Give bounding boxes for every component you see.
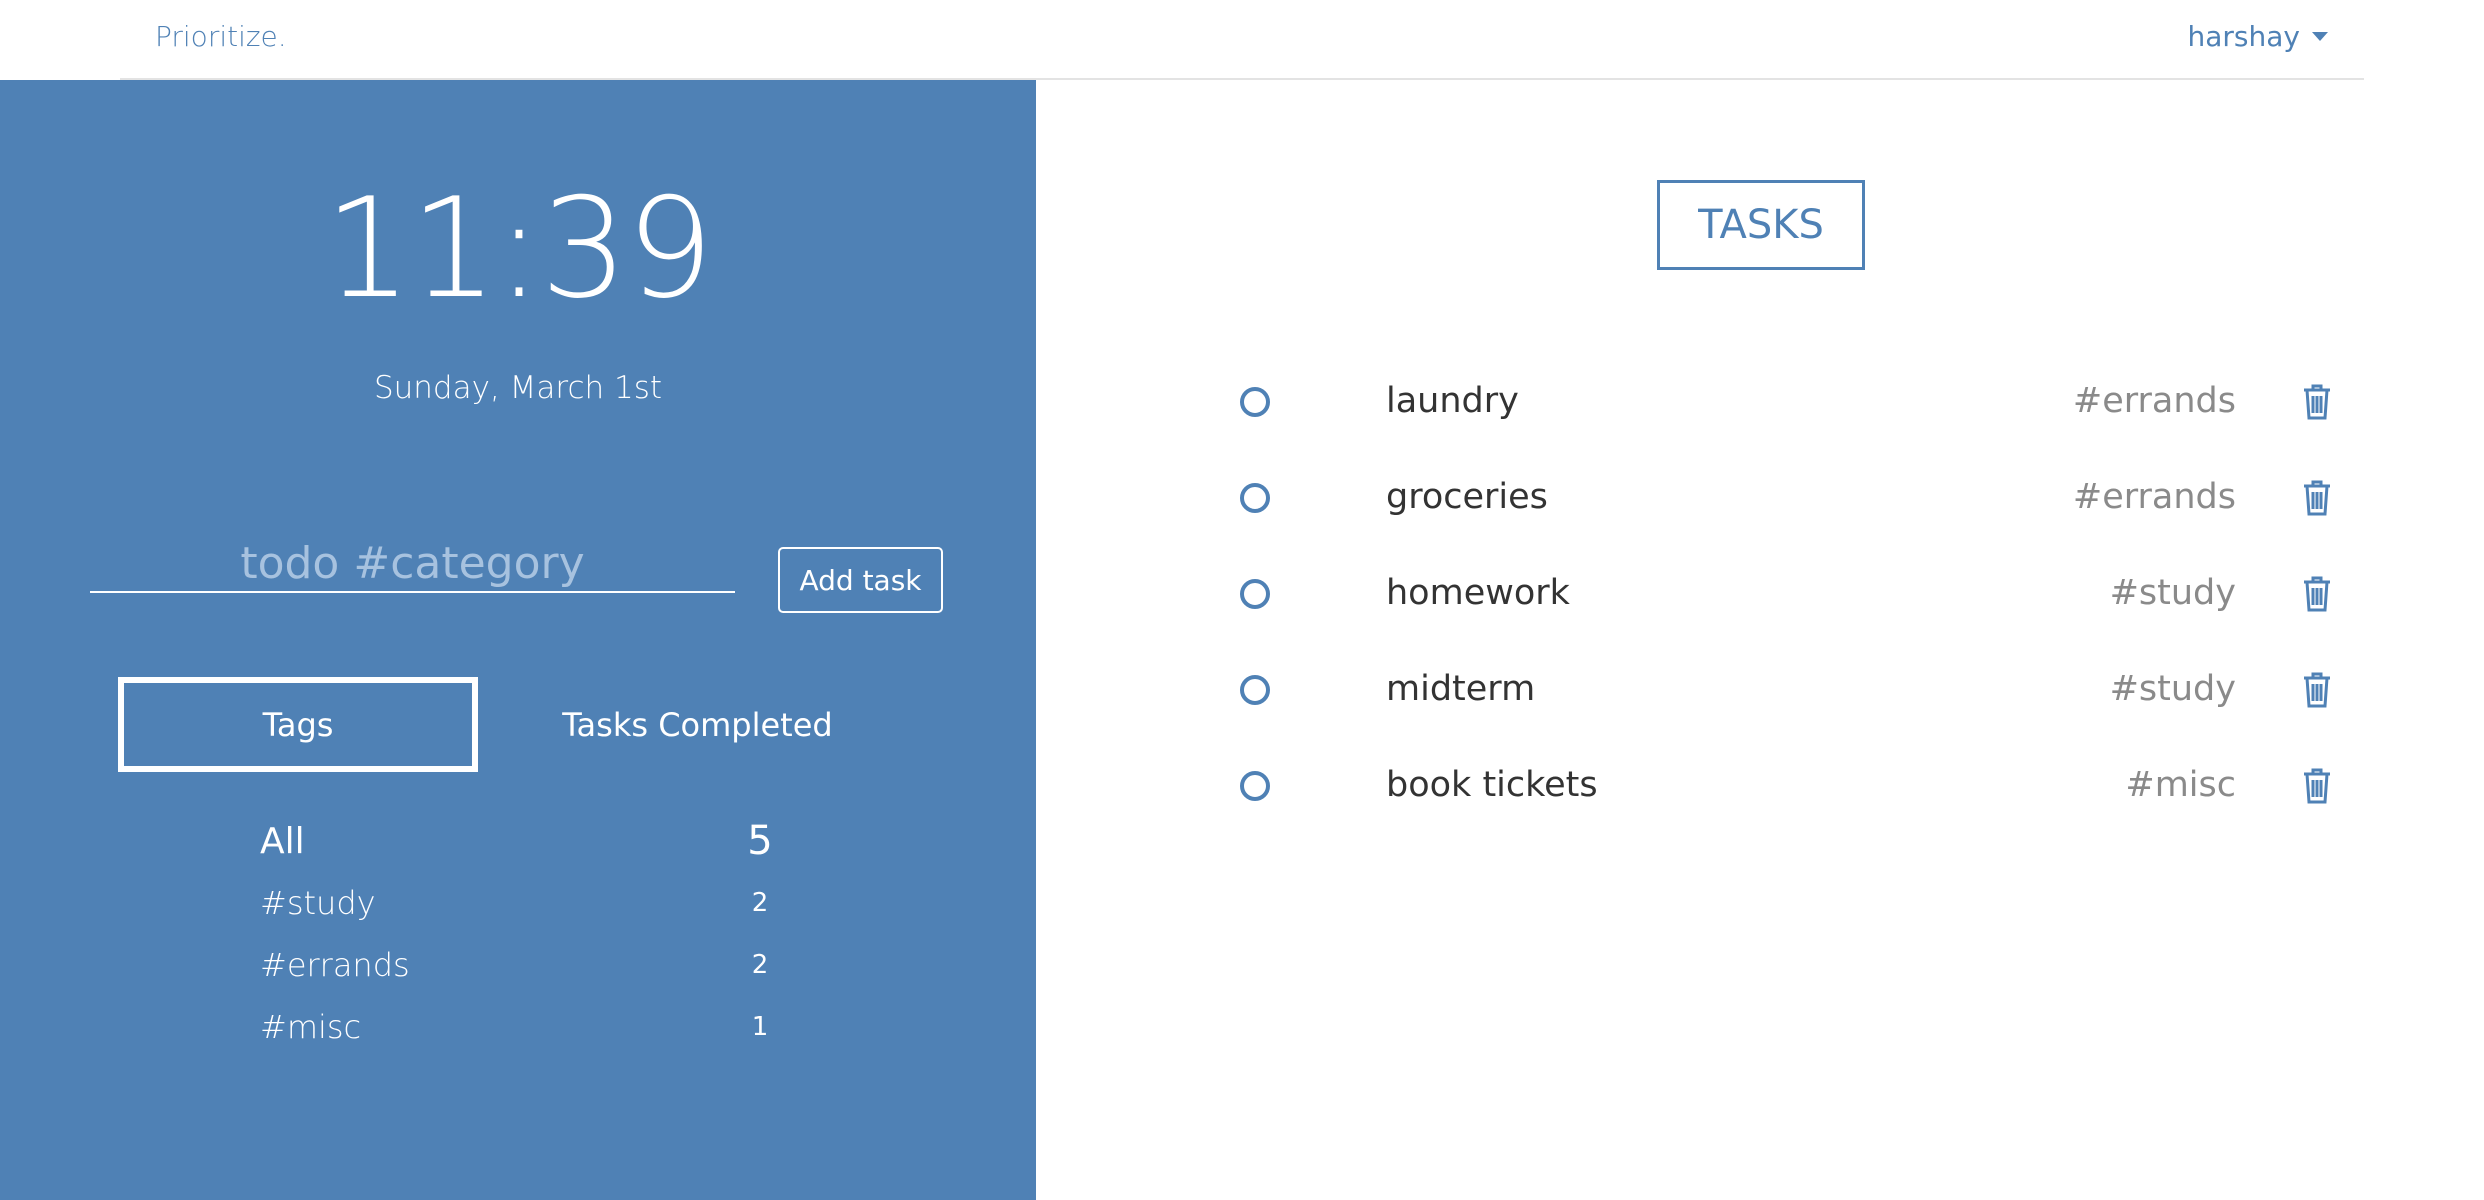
trash-icon[interactable] — [2302, 768, 2332, 804]
tag-name: All — [260, 820, 305, 862]
task-tag: #study — [2109, 573, 2236, 613]
tag-item-misc[interactable]: #misc 1 — [260, 996, 780, 1058]
tag-name: #study — [260, 884, 376, 922]
user-menu[interactable]: harshay — [2188, 20, 2328, 53]
task-tag: #study — [2109, 669, 2236, 709]
tag-item-study[interactable]: #study 2 — [260, 872, 780, 934]
brand-link[interactable]: Prioritize. — [155, 20, 287, 53]
task-tag: #misc — [2125, 765, 2236, 805]
task-row: homework #study — [1236, 562, 2332, 658]
circle-check-icon[interactable] — [1240, 771, 1270, 801]
caret-down-icon — [2312, 32, 2328, 41]
tab-tasks-completed[interactable]: Tasks Completed — [540, 677, 855, 772]
clock: 11:39 — [324, 168, 714, 329]
task-row: groceries #errands — [1236, 466, 2332, 562]
trash-icon[interactable] — [2302, 576, 2332, 612]
task-name: groceries — [1386, 477, 1548, 517]
circle-check-icon[interactable] — [1240, 579, 1270, 609]
task-name: midterm — [1386, 669, 1536, 709]
task-list: laundry #errands groceries #errands home… — [1236, 370, 2332, 850]
tag-count: 5 — [747, 818, 773, 864]
task-row: book tickets #misc — [1236, 754, 2332, 850]
task-tag: #errands — [2072, 477, 2236, 517]
task-row: laundry #errands — [1236, 370, 2332, 466]
tag-name: #errands — [260, 946, 410, 984]
tag-count: 1 — [751, 1012, 769, 1042]
tag-count: 2 — [751, 888, 769, 918]
circle-check-icon[interactable] — [1240, 387, 1270, 417]
date-label: Sunday, March 1st — [373, 370, 663, 406]
circle-check-icon[interactable] — [1240, 483, 1270, 513]
user-name: harshay — [2187, 20, 2300, 53]
left-panel: 11:39 Sunday, March 1st Add task Tags Ta… — [0, 80, 1036, 1200]
task-name: book tickets — [1386, 765, 1598, 805]
circle-check-icon[interactable] — [1240, 675, 1270, 705]
todo-input[interactable] — [90, 535, 735, 593]
tasks-title: TASKS — [1657, 180, 1865, 270]
tab-tags[interactable]: Tags — [118, 677, 478, 772]
trash-icon[interactable] — [2302, 672, 2332, 708]
add-task-button[interactable]: Add task — [778, 547, 943, 613]
trash-icon[interactable] — [2302, 480, 2332, 516]
navbar: Prioritize. harshay — [0, 0, 2484, 80]
task-name: laundry — [1386, 381, 1519, 421]
tag-item-errands[interactable]: #errands 2 — [260, 934, 780, 996]
task-row: midterm #study — [1236, 658, 2332, 754]
tag-item-all[interactable]: All 5 — [260, 810, 780, 872]
tag-list: All 5 #study 2 #errands 2 #misc 1 — [260, 810, 780, 1058]
task-name: homework — [1386, 573, 1570, 613]
trash-icon[interactable] — [2302, 384, 2332, 420]
tag-name: #misc — [260, 1008, 362, 1046]
tag-count: 2 — [751, 950, 769, 980]
task-tag: #errands — [2072, 381, 2236, 421]
